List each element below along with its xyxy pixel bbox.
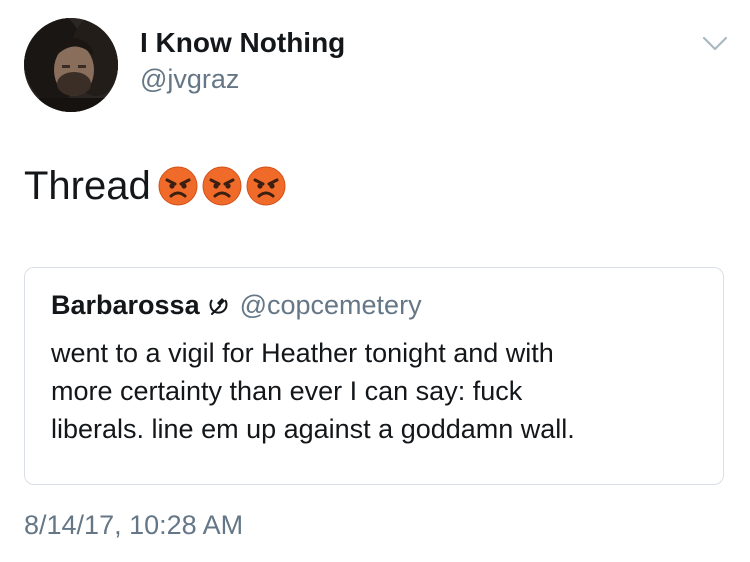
angry-face-icon — [246, 166, 286, 206]
angry-face-icon — [202, 166, 242, 206]
tweet-text: Thread — [24, 164, 151, 208]
avatar-image — [24, 18, 118, 112]
tweet-timestamp[interactable]: 8/14/17, 10:28 AM — [24, 508, 243, 542]
tweet-card: I Know Nothing @jvgraz Thread Barbarossa… — [0, 0, 750, 562]
quoted-text-line: went to a vigil for Heather tonight and … — [51, 338, 554, 368]
avatar[interactable] — [24, 18, 118, 112]
quoted-user-handle: @copcemetery — [239, 290, 422, 320]
chevron-down-icon[interactable] — [702, 36, 728, 52]
tweet-body: Thread — [24, 160, 287, 212]
quoted-tweet-text: went to a vigil for Heather tonight and … — [51, 334, 711, 448]
emoji-group — [157, 165, 287, 207]
display-name[interactable]: I Know Nothing — [140, 26, 345, 60]
quoted-display-name: Barbarossa — [51, 290, 200, 320]
quoted-tweet-card[interactable]: Barbarossa @copcemetery went to a vigil … — [24, 267, 724, 485]
angry-face-icon — [158, 166, 198, 206]
quoted-text-line: liberals. line em up against a goddamn w… — [51, 414, 575, 444]
user-handle[interactable]: @jvgraz — [140, 63, 239, 95]
quoted-tweet-header: Barbarossa @copcemetery — [51, 290, 422, 321]
hammer-and-sickle-icon — [209, 297, 228, 315]
quoted-text-line: more certainty than ever I can say: fuck — [51, 376, 523, 406]
